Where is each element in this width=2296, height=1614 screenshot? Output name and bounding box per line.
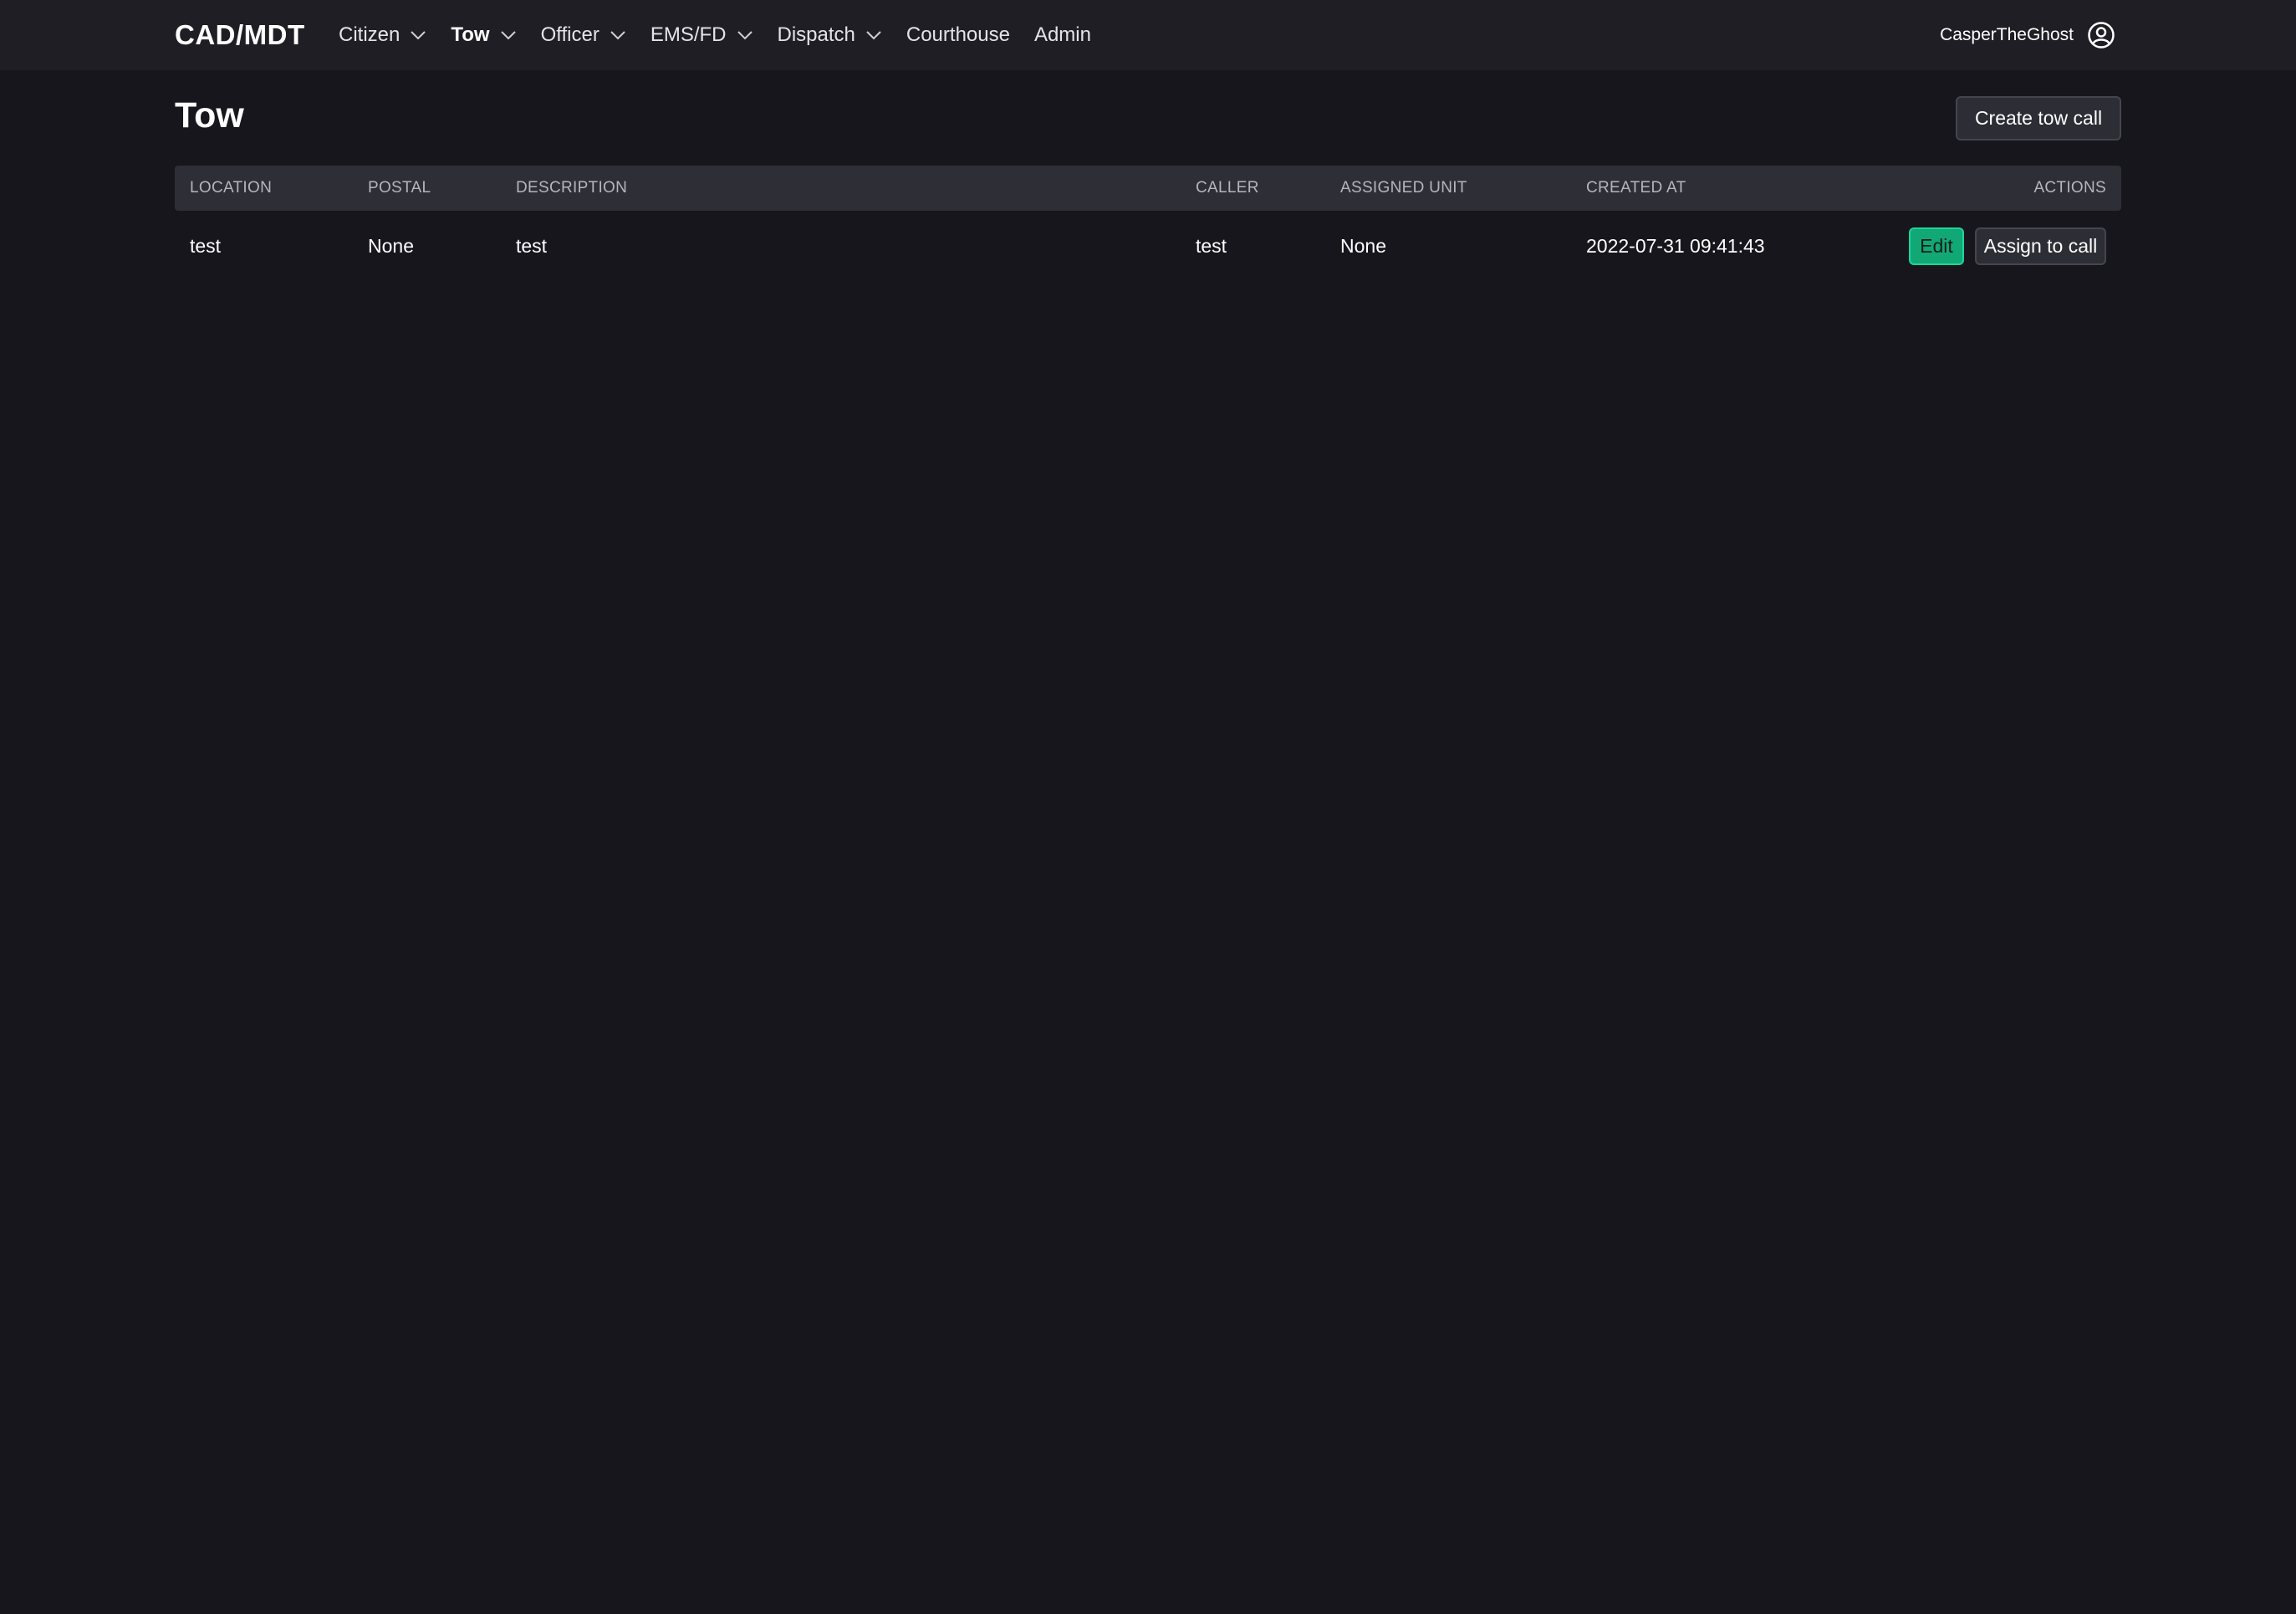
- nav-item-dispatch[interactable]: Dispatch: [778, 23, 882, 47]
- cell-caller: test: [1196, 234, 1227, 257]
- cell-assigned-unit: None: [1340, 234, 1386, 257]
- chevron-down-icon: [737, 30, 753, 40]
- cell-location: test: [190, 234, 222, 257]
- assign-to-call-button[interactable]: Assign to call: [1975, 227, 2106, 265]
- column-header-location[interactable]: LOCATION: [190, 166, 272, 211]
- table-row: test None test test None 2022-07-31 09:4…: [175, 211, 2121, 281]
- column-header-caller[interactable]: CALLER: [1196, 166, 1259, 211]
- tow-calls-table: LOCATION POSTAL DESCRIPTION CALLER ASSIG…: [175, 166, 2121, 281]
- nav-item-courthouse[interactable]: Courthouse: [906, 23, 1010, 47]
- nav-item-label: Courthouse: [906, 23, 1010, 46]
- page-title: Tow: [175, 95, 244, 135]
- chevron-down-icon: [410, 30, 426, 40]
- column-header-created-at[interactable]: CREATED AT: [1586, 166, 1686, 211]
- nav-item-label: EMS/FD: [650, 23, 727, 46]
- cell-created-at: 2022-07-31 09:41:43: [1586, 234, 1765, 257]
- chevron-down-icon: [610, 30, 626, 40]
- brand-logo[interactable]: CAD/MDT: [175, 0, 305, 70]
- column-header-description[interactable]: DESCRIPTION: [516, 166, 627, 211]
- chevron-down-icon: [865, 30, 882, 40]
- column-header-postal[interactable]: POSTAL: [368, 166, 431, 211]
- nav-item-citizen[interactable]: Citizen: [339, 23, 426, 47]
- nav-item-label: Admin: [1033, 23, 1091, 46]
- nav-item-ems-fd[interactable]: EMS/FD: [651, 23, 753, 47]
- username: CasperTheGhost: [1940, 25, 2074, 44]
- top-navbar: CAD/MDT Citizen Tow Officer EMS/FD Dispa…: [0, 0, 2296, 70]
- chevron-down-icon: [500, 30, 517, 40]
- edit-button[interactable]: Edit: [1909, 227, 1964, 265]
- cell-description: test: [516, 234, 548, 257]
- table-header: LOCATION POSTAL DESCRIPTION CALLER ASSIG…: [175, 166, 2121, 211]
- column-header-assigned-unit[interactable]: ASSIGNED UNIT: [1340, 166, 1467, 211]
- cell-postal: None: [368, 234, 414, 257]
- nav-item-label: Tow: [451, 23, 490, 46]
- nav-menu: Citizen Tow Officer EMS/FD Dispatch Cour…: [339, 0, 1115, 70]
- user-circle-icon: [2087, 21, 2115, 49]
- nav-item-tow[interactable]: Tow: [451, 23, 516, 47]
- nav-item-label: Citizen: [339, 23, 401, 46]
- user-menu[interactable]: CasperTheGhost: [1940, 0, 2115, 70]
- nav-item-admin[interactable]: Admin: [1034, 23, 1091, 47]
- column-header-actions: ACTIONS: [2033, 179, 2106, 197]
- create-tow-call-button[interactable]: Create tow call: [1956, 96, 2121, 140]
- nav-item-label: Officer: [540, 23, 600, 46]
- nav-item-officer[interactable]: Officer: [541, 23, 626, 47]
- row-actions: Edit Assign to call: [1909, 211, 2106, 281]
- nav-item-label: Dispatch: [777, 23, 855, 46]
